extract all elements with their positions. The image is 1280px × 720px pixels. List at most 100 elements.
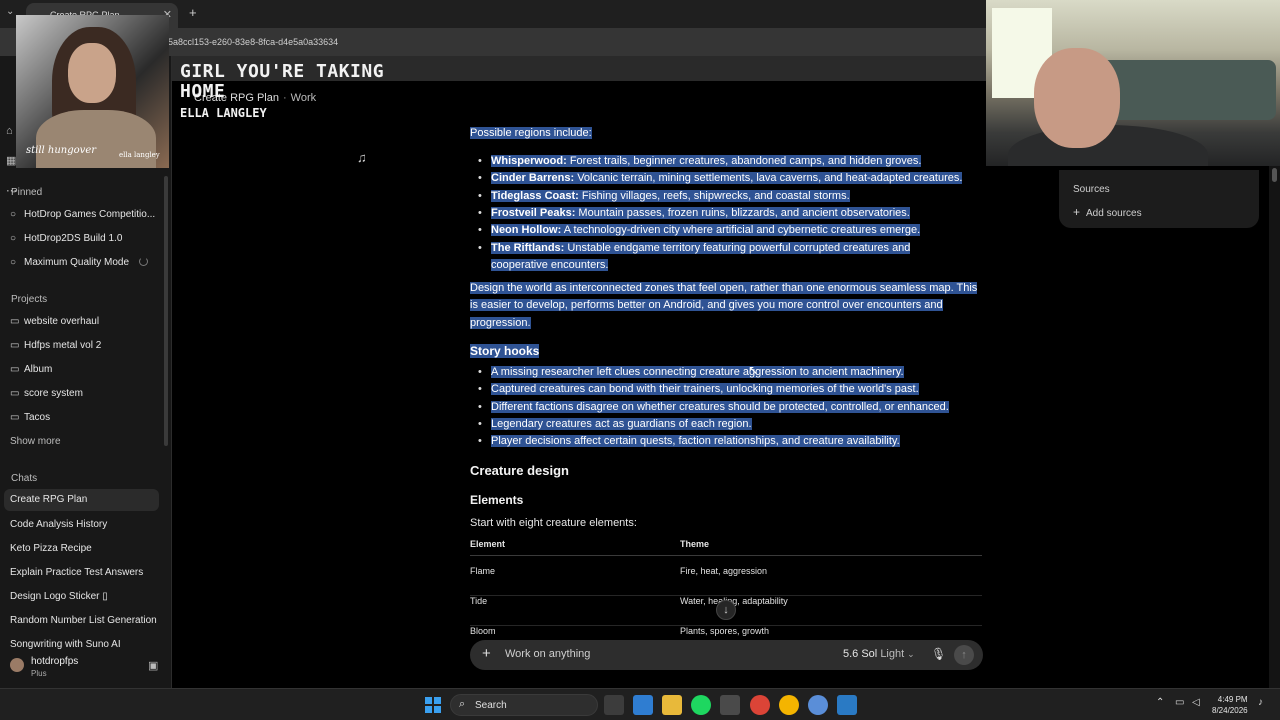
sidebar-toggle-icon[interactable]: ▣	[148, 659, 158, 672]
mouse-cursor-icon: ↖	[748, 363, 759, 377]
pinned-item[interactable]: ○ HotDrop2DS Build 1.0	[10, 228, 160, 250]
clock-date: 8/24/2026	[1212, 706, 1248, 715]
project-item[interactable]: ▭ Album	[10, 359, 160, 381]
microphone-icon[interactable]: 🎙	[931, 647, 946, 661]
album-art-face	[68, 43, 116, 103]
project-item[interactable]: ▭ score system	[10, 383, 160, 405]
clock-time: 4:49 PM	[1217, 695, 1248, 704]
webcam-person-head	[1034, 48, 1120, 148]
user-plan: Plus	[31, 669, 47, 678]
prompt-input[interactable]	[505, 648, 805, 660]
chat-item[interactable]: Random Number List Generation	[10, 610, 160, 632]
chat-item-active[interactable]: Create RPG Plan	[4, 489, 159, 511]
file-explorer-icon[interactable]	[662, 695, 682, 715]
chevron-down-icon: ⌄	[907, 649, 915, 659]
send-button[interactable]: ↑	[954, 645, 974, 665]
projects-label: Projects	[11, 294, 48, 305]
show-more-link[interactable]: Show more	[10, 431, 160, 453]
story-hook-item: Legendary creatures act as guardians of …	[478, 416, 971, 434]
story-hook-item: A missing researcher left clues connecti…	[478, 364, 971, 382]
now-playing-title: GIRL YOU'RE TAKING HOME	[180, 61, 385, 102]
circle-icon: ○	[10, 257, 17, 268]
project-item[interactable]: ▭ Tacos	[10, 407, 160, 429]
album-artist-text: ella langley	[119, 151, 160, 159]
page-scrollbar[interactable]	[1269, 166, 1280, 688]
region-item: Whisperwood: Forest trails, beginner cre…	[478, 153, 971, 171]
avatar	[10, 658, 24, 672]
webcam-feed	[986, 0, 1280, 166]
album-art-coat	[36, 110, 156, 168]
story-hook-item: Captured creatures can bond with their t…	[478, 381, 971, 399]
notepad-icon[interactable]	[633, 695, 653, 715]
elements-heading: Elements	[470, 493, 524, 507]
story-hooks-heading: Story hooks	[470, 344, 540, 358]
chat-item[interactable]: Keto Pizza Recipe	[10, 538, 160, 560]
creature-design-heading: Creature design	[470, 463, 569, 478]
user-profile[interactable]: hotdropfps Plus ▣	[0, 650, 172, 688]
windows-start-icon[interactable]	[425, 697, 441, 713]
region-item: Cinder Barrens: Volcanic terrain, mining…	[478, 170, 971, 188]
region-item: The Riftlands: Unstable endgame territor…	[478, 240, 967, 275]
column-header-element: Element	[470, 539, 506, 549]
story-hook-item: Different factions disagree on whether c…	[478, 399, 971, 417]
notification-bell-icon[interactable]: ♪	[1258, 697, 1263, 708]
table-row: Flame Fire, heat, aggression	[470, 566, 982, 596]
story-hook-item: Player decisions affect certain quests, …	[478, 433, 971, 451]
search-icon: ⌕	[459, 698, 466, 710]
task-view-icon[interactable]	[604, 695, 624, 715]
network-icon[interactable]: ▭	[1175, 697, 1184, 708]
sources-panel: Sources + Add sources	[1059, 170, 1259, 228]
app-icon[interactable]	[720, 695, 740, 715]
new-tab-icon[interactable]: +	[189, 5, 197, 20]
chat-item[interactable]: Explain Practice Test Answers	[10, 562, 160, 584]
pinned-item[interactable]: ○ Maximum Quality Mode	[10, 252, 160, 274]
tray-chevron-icon[interactable]: ⌃	[1156, 697, 1164, 708]
project-item[interactable]: ▭ Hdfps metal vol 2	[10, 335, 160, 357]
webcam-couch	[1096, 60, 1276, 120]
tab-list-chevron-icon[interactable]: ⌄	[6, 6, 14, 17]
region-item: Frostveil Peaks: Mountain passes, frozen…	[478, 205, 971, 223]
region-item: Neon Hollow: A technology-driven city wh…	[478, 222, 971, 240]
sidebar-scrollbar[interactable]	[164, 176, 168, 446]
chat-item[interactable]: Design Logo Sticker ▯	[10, 586, 160, 608]
chat-item[interactable]: Code Analysis History	[10, 514, 160, 536]
chrome-icon[interactable]	[750, 695, 770, 715]
user-name: hotdropfps	[31, 656, 79, 667]
elements-table-header: Element Theme	[470, 539, 982, 556]
volume-icon[interactable]: ◁	[1192, 697, 1200, 708]
taskbar-clock[interactable]: 4:49 PM 8/24/2026	[1212, 694, 1248, 716]
regions-intro: Possible regions include:	[470, 127, 592, 139]
attach-plus-icon[interactable]: +	[482, 645, 491, 662]
composer: + 5.6 Sol Light⌄ 🎙 ↑	[470, 640, 983, 670]
app-icon[interactable]	[808, 695, 828, 715]
folder-icon: ▭	[10, 364, 20, 375]
model-selector[interactable]: 5.6 Sol Light ⌄	[843, 648, 915, 660]
url-text[interactable]: 5a8ccl153-e260-83e8-8fca-d4e5a0a33634	[168, 37, 338, 47]
taskbar-search-label: Search	[475, 700, 507, 711]
project-item[interactable]: ▭ website overhaul	[10, 311, 160, 333]
add-sources-button[interactable]: + Add sources	[1073, 205, 1142, 219]
loading-spinner-icon	[139, 257, 149, 266]
folder-icon: ▭	[10, 316, 20, 327]
folder-icon: ▭	[10, 340, 20, 351]
design-paragraph: Design the world as interconnected zones…	[470, 282, 978, 329]
album-script-text: still hungover	[26, 145, 97, 156]
column-header-theme: Theme	[680, 539, 710, 549]
plus-icon: +	[1073, 205, 1081, 219]
taskbar: ⌕ Search ⌃ ▭ ◁ 4:49 PM 8/24/2026 ♪	[0, 688, 1280, 720]
page-scrollbar-thumb[interactable]	[1272, 168, 1277, 182]
elements-intro: Start with eight creature elements:	[470, 517, 637, 529]
chrome-active-icon[interactable]	[779, 695, 799, 715]
spotify-icon[interactable]	[691, 695, 711, 715]
vscode-icon[interactable]	[837, 695, 857, 715]
folder-icon: ▭	[10, 388, 20, 399]
now-playing-artist: ELLA LANGLEY	[180, 106, 267, 120]
taskbar-search[interactable]: ⌕ Search	[450, 694, 598, 716]
scroll-to-bottom-button[interactable]: ↓	[716, 600, 736, 620]
circle-icon: ○	[10, 233, 17, 244]
circle-icon: ○	[10, 209, 17, 220]
chats-label: Chats	[11, 473, 38, 484]
pinned-item[interactable]: ○ HotDrop Games Competitio...	[10, 204, 160, 226]
music-note-icon: ♫	[357, 150, 367, 165]
pinned-label: Pinned	[11, 187, 43, 198]
